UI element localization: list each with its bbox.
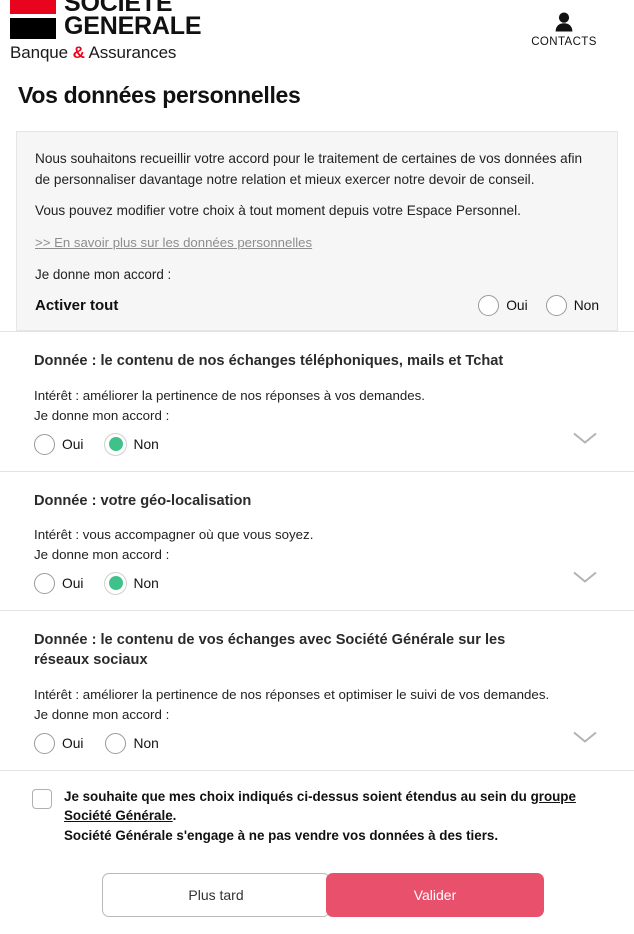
tagline-after: Assurances bbox=[84, 43, 177, 62]
section-interest: Intérêt : vous accompagner où que vous s… bbox=[34, 527, 314, 543]
radio-label-non: Non bbox=[573, 298, 599, 314]
radio-circle-oui[interactable] bbox=[34, 573, 55, 595]
section-radio-non[interactable]: Non bbox=[105, 573, 159, 595]
footer-actions: Plus tard Valider bbox=[0, 873, 634, 918]
section-title: Donnée : votre géo-localisation bbox=[34, 492, 252, 509]
contacts-label: CONTACTS bbox=[531, 36, 597, 48]
societe-generale-logo[interactable]: SOCIETE GENERALE Banque & Assurances bbox=[10, 0, 202, 63]
radio-label-non: Non bbox=[133, 436, 159, 452]
page-root: SOCIETE GENERALE Banque & Assurances CON… bbox=[0, 0, 634, 934]
activate-all-radio-non[interactable]: Non bbox=[545, 295, 599, 317]
section-consent-label: Je donne mon accord : bbox=[34, 706, 170, 722]
section-radio-oui[interactable]: Oui bbox=[34, 573, 84, 595]
logo-row: SOCIETE GENERALE bbox=[10, 0, 202, 40]
intro-paragraph-1: Nous souhaitons recueillir votre accord … bbox=[35, 151, 583, 188]
tagline-before: Banque bbox=[10, 43, 73, 62]
tagline-ampersand: & bbox=[72, 43, 85, 62]
contacts-button[interactable]: CONTACTS bbox=[516, 12, 612, 48]
activate-all-radio-oui[interactable]: Oui bbox=[478, 295, 528, 317]
intro-panel: Nous souhaitons recueillir votre accord … bbox=[16, 131, 618, 332]
extend-text-before: Je souhaite que mes choix indiqués ci-de… bbox=[64, 788, 531, 804]
extend-text-after: . bbox=[172, 808, 177, 824]
logo-line-2: GENERALE bbox=[64, 12, 202, 40]
radio-circle-non[interactable] bbox=[105, 573, 127, 595]
section-title: Donnée : le contenu de vos échanges avec… bbox=[34, 632, 506, 669]
page-title: Vos données personnelles bbox=[18, 82, 301, 108]
section-consent-label: Je donne mon accord : bbox=[34, 547, 170, 563]
radio-circle-non[interactable] bbox=[105, 732, 127, 754]
logo-red-half bbox=[10, 0, 56, 14]
logo-black-half bbox=[10, 18, 56, 39]
activate-all-row: Activer tout Oui Non bbox=[35, 295, 599, 317]
later-button[interactable]: Plus tard bbox=[102, 873, 330, 918]
section-radios: Oui Non bbox=[34, 573, 616, 595]
extend-text-line2: Société Générale s'engage à ne pas vendr… bbox=[64, 827, 499, 843]
section-radios: Oui Non bbox=[34, 433, 616, 455]
chevron-down-icon[interactable] bbox=[572, 730, 598, 744]
extend-consent-block: Je souhaite que mes choix indiqués ci-de… bbox=[0, 769, 634, 855]
radio-label-oui: Oui bbox=[62, 576, 84, 592]
activate-all-label: Activer tout bbox=[35, 297, 119, 315]
radio-label-oui: Oui bbox=[506, 298, 528, 314]
radio-circle-oui[interactable] bbox=[34, 732, 55, 754]
radio-label-oui: Oui bbox=[62, 735, 84, 751]
radio-circle-oui[interactable] bbox=[34, 433, 55, 455]
section-radio-non[interactable]: Non bbox=[105, 732, 159, 754]
data-section-telephone: Donnée : le contenu de nos échanges télé… bbox=[0, 331, 634, 470]
extend-consent-text: Je souhaite que mes choix indiqués ci-de… bbox=[64, 787, 609, 845]
logo-wordmark: SOCIETE GENERALE bbox=[64, 0, 202, 40]
section-consent-label: Je donne mon accord : bbox=[34, 407, 170, 423]
radio-label-oui: Oui bbox=[62, 436, 84, 452]
section-radio-oui[interactable]: Oui bbox=[34, 732, 84, 754]
intro-consent-label: Je donne mon accord : bbox=[35, 267, 172, 283]
learn-more-link[interactable]: >> En savoir plus sur les données person… bbox=[35, 235, 312, 250]
radio-label-non: Non bbox=[133, 735, 159, 751]
section-radio-non[interactable]: Non bbox=[105, 433, 159, 455]
radio-circle-non[interactable] bbox=[545, 295, 567, 317]
section-interest: Intérêt : améliorer la pertinence de nos… bbox=[34, 686, 550, 702]
validate-button[interactable]: Valider bbox=[326, 873, 544, 918]
chevron-down-icon[interactable] bbox=[572, 431, 598, 445]
data-section-social-networks: Donnée : le contenu de vos échanges avec… bbox=[0, 610, 634, 770]
logo-white-bar bbox=[10, 14, 56, 18]
logo-mark-icon bbox=[10, 0, 56, 39]
data-section-geolocation: Donnée : votre géo-localisation Intérêt … bbox=[0, 470, 634, 610]
radio-circle-non[interactable] bbox=[105, 433, 127, 455]
site-header: SOCIETE GENERALE Banque & Assurances CON… bbox=[0, 0, 634, 68]
intro-paragraph-2: Vous pouvez modifier votre choix à tout … bbox=[35, 203, 521, 219]
section-title: Donnée : le contenu de nos échanges télé… bbox=[34, 353, 504, 370]
radio-label-non: Non bbox=[133, 576, 159, 592]
activate-all-radios: Oui Non bbox=[478, 295, 599, 317]
logo-tagline: Banque & Assurances bbox=[10, 43, 201, 63]
chevron-down-icon[interactable] bbox=[572, 570, 598, 584]
extend-consent-checkbox[interactable] bbox=[32, 788, 52, 809]
section-interest: Intérêt : améliorer la pertinence de nos… bbox=[34, 387, 426, 403]
radio-circle-oui[interactable] bbox=[478, 295, 500, 317]
section-radio-oui[interactable]: Oui bbox=[34, 433, 84, 455]
section-radios: Oui Non bbox=[34, 732, 616, 754]
person-icon bbox=[555, 12, 573, 32]
